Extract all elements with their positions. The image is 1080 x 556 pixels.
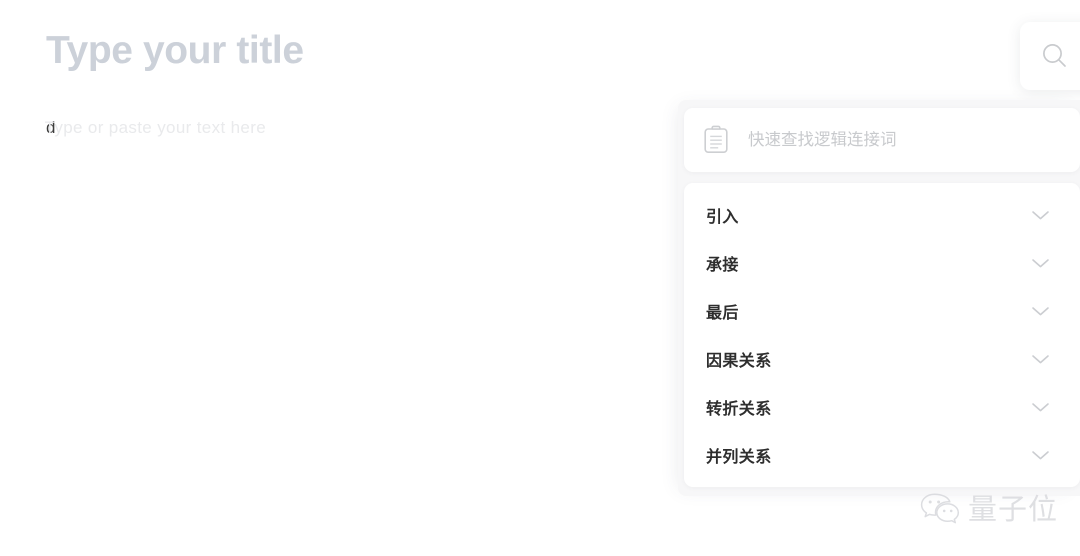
category-row-contrast[interactable]: 转折关系	[684, 383, 1080, 431]
document-body-placeholder: Type or paste your text here	[44, 118, 267, 137]
panel-search-bar[interactable]	[684, 108, 1080, 172]
category-label: 转折关系	[706, 401, 772, 418]
document-body-line[interactable]: dType or paste your text here	[44, 115, 267, 141]
clipboard-icon	[704, 125, 728, 154]
panel-search-input[interactable]	[748, 130, 1048, 150]
document-title-placeholder[interactable]: Type your title	[46, 26, 304, 76]
chevron-down-icon[interactable]	[1031, 353, 1050, 365]
category-row-causal[interactable]: 因果关系	[684, 335, 1080, 383]
category-label: 承接	[706, 257, 739, 274]
chevron-down-icon[interactable]	[1031, 257, 1050, 269]
category-list: 引入 承接 最后 因果关系 转折关系 并列关系	[684, 183, 1080, 487]
watermark: 量子位	[919, 491, 1058, 527]
search-button[interactable]	[1020, 22, 1080, 90]
category-row-continue[interactable]: 承接	[684, 239, 1080, 287]
logic-connector-panel: 引入 承接 最后 因果关系 转折关系	[678, 100, 1080, 496]
category-label: 引入	[706, 209, 739, 226]
chevron-down-icon[interactable]	[1031, 401, 1050, 413]
chevron-down-icon[interactable]	[1031, 305, 1050, 317]
wechat-icon	[920, 493, 960, 524]
search-icon[interactable]	[1040, 41, 1070, 71]
category-row-parallel[interactable]: 并列关系	[684, 431, 1080, 479]
watermark-text: 量子位	[968, 492, 1059, 526]
category-label: 因果关系	[706, 353, 772, 370]
category-label: 最后	[706, 305, 739, 322]
category-row-introduce[interactable]: 引入	[684, 191, 1080, 239]
chevron-down-icon[interactable]	[1031, 449, 1050, 461]
category-label: 并列关系	[706, 449, 772, 466]
category-row-final[interactable]: 最后	[684, 287, 1080, 335]
chevron-down-icon[interactable]	[1031, 209, 1050, 221]
